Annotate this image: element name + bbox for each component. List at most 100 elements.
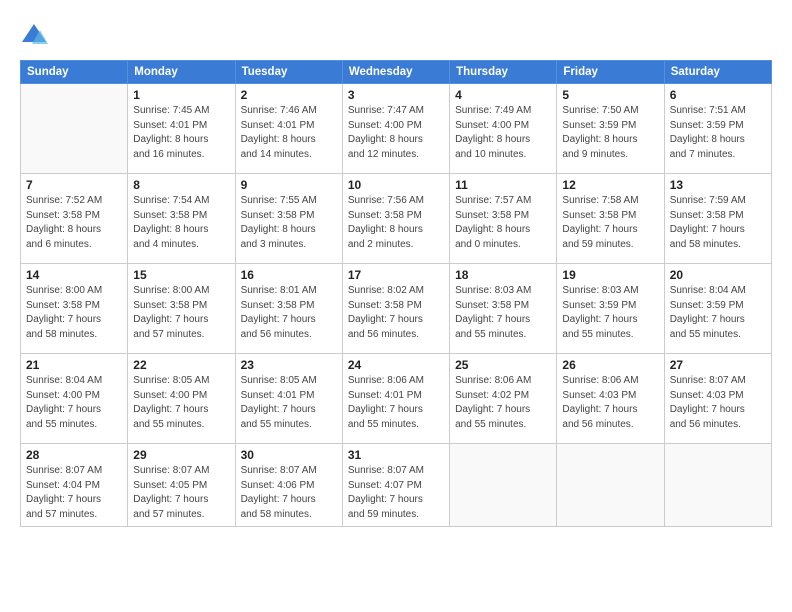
day-number: 19 [562,268,658,282]
day-info: Sunrise: 8:04 AMSunset: 4:00 PMDaylight:… [26,374,122,432]
day-number: 29 [133,448,229,462]
day-number: 11 [455,178,551,192]
logo [20,22,52,50]
day-info: Sunrise: 7:56 AMSunset: 3:58 PMDaylight:… [348,194,444,252]
calendar-cell: 24 Sunrise: 8:06 AMSunset: 4:01 PMDayligh… [342,354,449,444]
day-info: Sunrise: 7:55 AMSunset: 3:58 PMDaylight:… [241,194,337,252]
day-number: 13 [670,178,766,192]
day-info: Sunrise: 8:00 AMSunset: 3:58 PMDaylight:… [26,284,122,342]
calendar-cell: 26 Sunrise: 8:06 AMSunset: 4:03 PMDayligh… [557,354,664,444]
day-number: 14 [26,268,122,282]
calendar-cell: 20Sunrise: 8:04 AMSunset: 3:59 PMDayligh… [664,264,771,354]
calendar-cell: 22Sunrise: 8:05 AMSunset: 4:00 PMDayligh… [128,354,235,444]
day-info: Sunrise: 8:02 AMSunset: 3:58 PMDaylight:… [348,284,444,342]
day-info: Sunrise: 8:07 AMSunset: 4:06 PMDaylight:… [241,464,337,522]
day-number: 1 [133,88,229,102]
calendar-cell: 3Sunrise: 7:47 AMSunset: 4:00 PMDaylight… [342,84,449,174]
day-info: Sunrise: 7:51 AMSunset: 3:59 PMDaylight:… [670,104,766,162]
calendar-cell: 29 Sunrise: 8:07 AMSunset: 4:05 PMDayligh… [128,444,235,527]
column-header-monday: Monday [128,61,235,84]
day-number: 21 [26,358,122,372]
column-header-sunday: Sunday [21,61,128,84]
day-info: Sunrise: 7:45 AMSunset: 4:01 PMDaylight:… [133,104,229,162]
calendar-header-row: SundayMondayTuesdayWednesdayThursdayFrid… [21,61,772,84]
day-info: Sunrise: 8:07 AMSunset: 4:04 PMDaylight:… [26,464,122,522]
day-number: 24 [348,358,444,372]
calendar-cell [664,444,771,527]
calendar-cell: 23 Sunrise: 8:05 AMSunset: 4:01 PMDayligh… [235,354,342,444]
day-info: Sunrise: 8:03 AMSunset: 3:59 PMDaylight:… [562,284,658,342]
day-info: Sunrise: 7:46 AMSunset: 4:01 PMDaylight:… [241,104,337,162]
calendar-cell: 21 Sunrise: 8:04 AMSunset: 4:00 PMDayligh… [21,354,128,444]
day-info: Sunrise: 8:04 AMSunset: 3:59 PMDaylight:… [670,284,766,342]
logo-icon [20,22,48,50]
day-number: 4 [455,88,551,102]
day-number: 15 [133,268,229,282]
day-info: Sunrise: 8:00 AMSunset: 3:58 PMDaylight:… [133,284,229,342]
day-number: 28 [26,448,122,462]
calendar-cell: 2 Sunrise: 7:46 AMSunset: 4:01 PMDaylight… [235,84,342,174]
calendar-week-3: 14 Sunrise: 8:00 AMSunset: 3:58 PMDayligh… [21,264,772,354]
calendar-cell: 5 Sunrise: 7:50 AMSunset: 3:59 PMDaylight… [557,84,664,174]
calendar-cell: 18 Sunrise: 8:03 AMSunset: 3:58 PMDayligh… [450,264,557,354]
calendar-cell: 12Sunrise: 7:58 AMSunset: 3:58 PMDayligh… [557,174,664,264]
column-header-wednesday: Wednesday [342,61,449,84]
calendar-cell: 10Sunrise: 7:56 AMSunset: 3:58 PMDayligh… [342,174,449,264]
day-number: 23 [241,358,337,372]
day-number: 6 [670,88,766,102]
day-number: 25 [455,358,551,372]
day-number: 30 [241,448,337,462]
day-number: 31 [348,448,444,462]
day-info: Sunrise: 8:01 AMSunset: 3:58 PMDaylight:… [241,284,337,342]
calendar-cell [557,444,664,527]
calendar-cell: 28 Sunrise: 8:07 AMSunset: 4:04 PMDayligh… [21,444,128,527]
calendar-cell: 31 Sunrise: 8:07 AMSunset: 4:07 PMDayligh… [342,444,449,527]
calendar-week-4: 21 Sunrise: 8:04 AMSunset: 4:00 PMDayligh… [21,354,772,444]
day-info: Sunrise: 7:54 AMSunset: 3:58 PMDaylight:… [133,194,229,252]
header [20,18,772,50]
day-info: Sunrise: 8:07 AMSunset: 4:03 PMDaylight:… [670,374,766,432]
calendar-cell: 15 Sunrise: 8:00 AMSunset: 3:58 PMDayligh… [128,264,235,354]
calendar-cell [21,84,128,174]
day-info: Sunrise: 7:47 AMSunset: 4:00 PMDaylight:… [348,104,444,162]
calendar-cell: 7 Sunrise: 7:52 AMSunset: 3:58 PMDaylight… [21,174,128,264]
day-info: Sunrise: 7:50 AMSunset: 3:59 PMDaylight:… [562,104,658,162]
calendar-cell: 11Sunrise: 7:57 AMSunset: 3:58 PMDayligh… [450,174,557,264]
day-info: Sunrise: 7:52 AMSunset: 3:58 PMDaylight:… [26,194,122,252]
calendar-cell: 6 Sunrise: 7:51 AMSunset: 3:59 PMDaylight… [664,84,771,174]
day-info: Sunrise: 8:05 AMSunset: 4:01 PMDaylight:… [241,374,337,432]
calendar: SundayMondayTuesdayWednesdayThursdayFrid… [20,60,772,527]
day-number: 5 [562,88,658,102]
column-header-saturday: Saturday [664,61,771,84]
day-number: 18 [455,268,551,282]
calendar-cell: 17 Sunrise: 8:02 AMSunset: 3:58 PMDayligh… [342,264,449,354]
page: SundayMondayTuesdayWednesdayThursdayFrid… [0,0,792,612]
day-number: 2 [241,88,337,102]
day-number: 17 [348,268,444,282]
calendar-week-2: 7 Sunrise: 7:52 AMSunset: 3:58 PMDaylight… [21,174,772,264]
day-number: 7 [26,178,122,192]
day-info: Sunrise: 8:07 AMSunset: 4:05 PMDaylight:… [133,464,229,522]
day-number: 8 [133,178,229,192]
calendar-cell: 27 Sunrise: 8:07 AMSunset: 4:03 PMDayligh… [664,354,771,444]
calendar-cell: 4Sunrise: 7:49 AMSunset: 4:00 PMDaylight… [450,84,557,174]
calendar-cell: 16 Sunrise: 8:01 AMSunset: 3:58 PMDayligh… [235,264,342,354]
calendar-cell: 1 Sunrise: 7:45 AMSunset: 4:01 PMDaylight… [128,84,235,174]
calendar-week-1: 1 Sunrise: 7:45 AMSunset: 4:01 PMDaylight… [21,84,772,174]
calendar-cell: 19 Sunrise: 8:03 AMSunset: 3:59 PMDayligh… [557,264,664,354]
calendar-cell [450,444,557,527]
day-number: 16 [241,268,337,282]
day-info: Sunrise: 8:03 AMSunset: 3:58 PMDaylight:… [455,284,551,342]
calendar-cell: 30 Sunrise: 8:07 AMSunset: 4:06 PMDayligh… [235,444,342,527]
day-info: Sunrise: 7:58 AMSunset: 3:58 PMDaylight:… [562,194,658,252]
calendar-cell: 8 Sunrise: 7:54 AMSunset: 3:58 PMDaylight… [128,174,235,264]
day-number: 9 [241,178,337,192]
day-info: Sunrise: 8:07 AMSunset: 4:07 PMDaylight:… [348,464,444,522]
day-number: 22 [133,358,229,372]
day-number: 27 [670,358,766,372]
day-info: Sunrise: 8:06 AMSunset: 4:03 PMDaylight:… [562,374,658,432]
day-number: 26 [562,358,658,372]
column-header-tuesday: Tuesday [235,61,342,84]
calendar-cell: 25Sunrise: 8:06 AMSunset: 4:02 PMDayligh… [450,354,557,444]
day-info: Sunrise: 8:06 AMSunset: 4:01 PMDaylight:… [348,374,444,432]
